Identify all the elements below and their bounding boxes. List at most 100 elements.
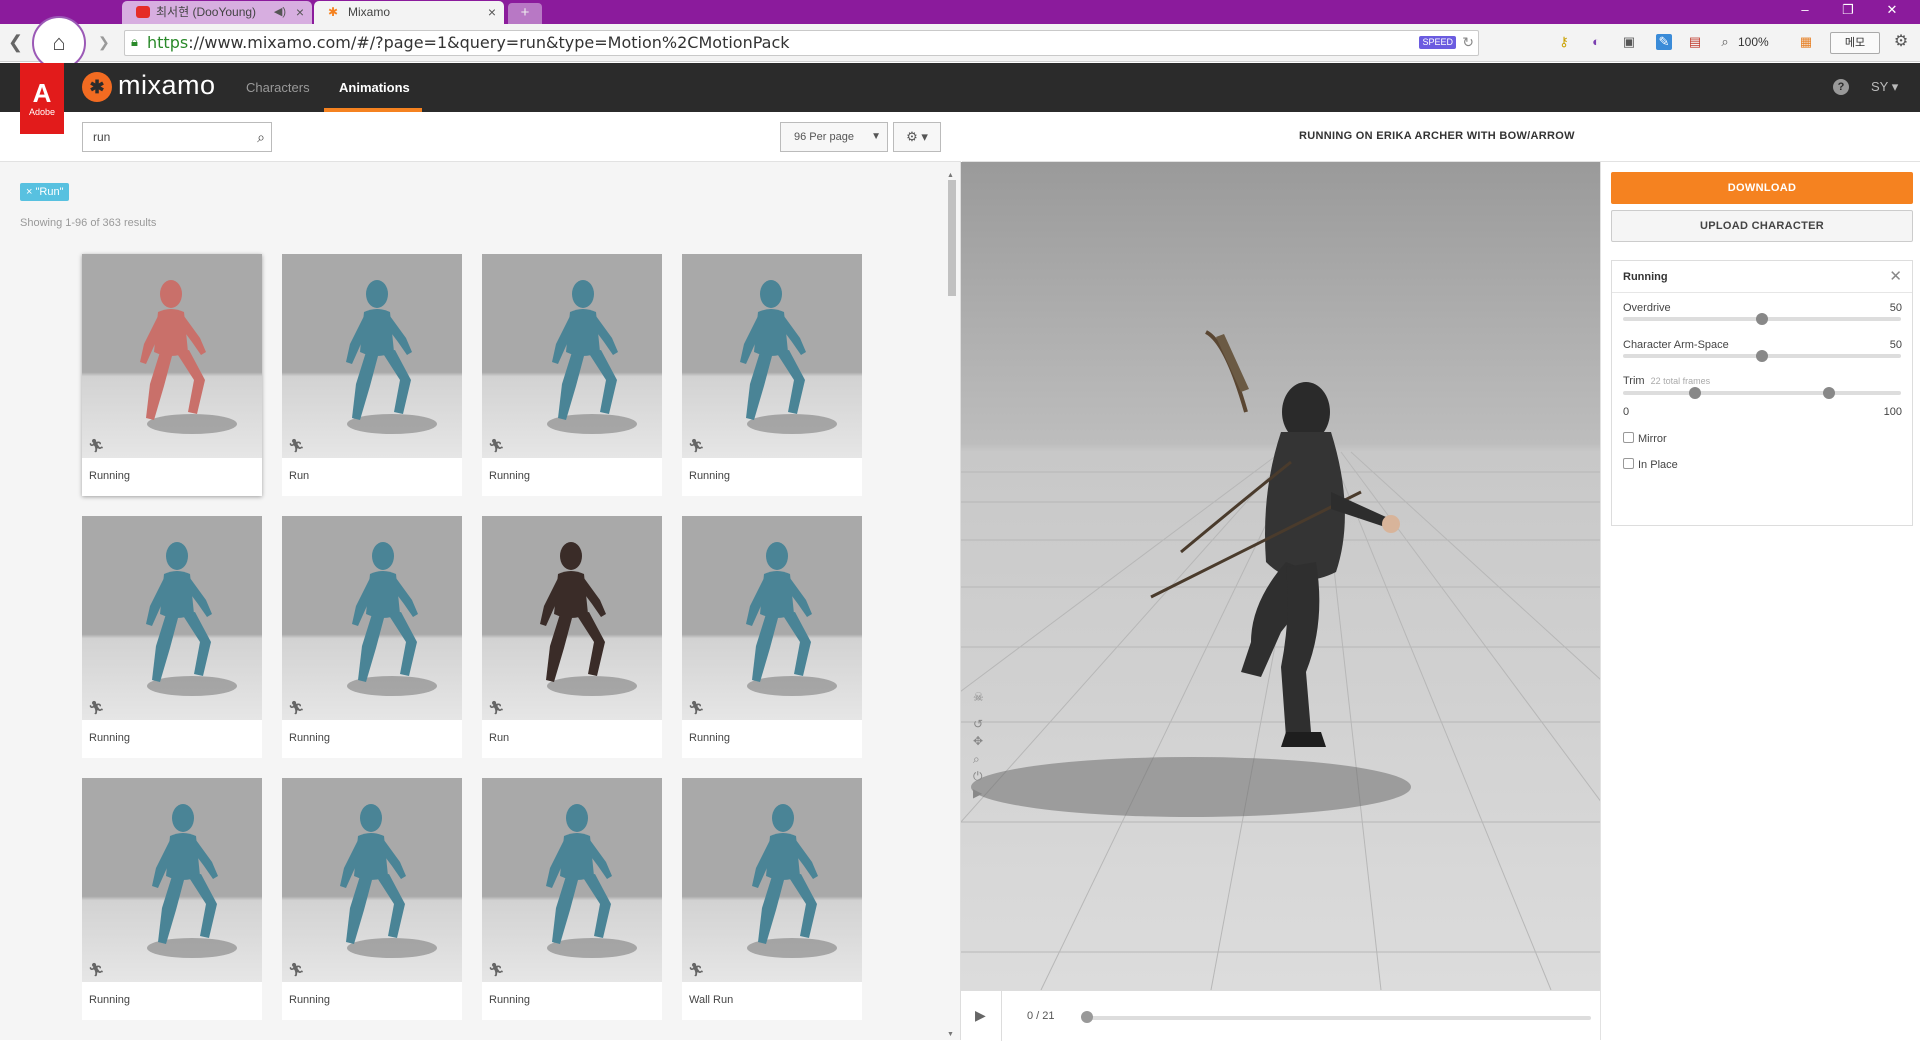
caret-down-icon: ▾: [1891, 79, 1899, 94]
window-close-icon[interactable]: ✕: [1882, 2, 1902, 18]
animation-label: Running: [289, 732, 330, 744]
animation-card[interactable]: 🏃︎ Running: [682, 254, 862, 496]
restore-icon[interactable]: ❐: [1838, 2, 1858, 18]
scroll-up-icon[interactable]: ▲: [947, 172, 954, 179]
animation-card[interactable]: 🏃︎ Running: [82, 778, 262, 1020]
animation-thumbnail[interactable]: [282, 516, 462, 720]
rotate-icon[interactable]: ↺: [973, 717, 983, 731]
mixamo-favicon-icon: ✱: [328, 5, 339, 19]
camera-icon[interactable]: ▶: [973, 786, 982, 800]
scrollbar[interactable]: ▲ ▼: [946, 172, 956, 1040]
speaker-icon[interactable]: ◀): [274, 1, 286, 23]
mirror-checkbox-box[interactable]: [1623, 432, 1634, 443]
animation-card[interactable]: 🏃︎ Running: [482, 254, 662, 496]
address-bar[interactable]: 🔒︎ https://www.mixamo.com/#/?page=1&quer…: [124, 30, 1479, 56]
edit-extension-icon[interactable]: ✎: [1656, 34, 1672, 50]
zoom-level[interactable]: 100%: [1738, 35, 1769, 49]
animation-thumbnail[interactable]: [482, 778, 662, 982]
search-bar: run ⌕ 96 Per page ▼ ⚙ ▾: [0, 112, 961, 162]
animation-card[interactable]: 🏃︎ Running: [282, 516, 462, 758]
minimize-icon[interactable]: –: [1795, 2, 1815, 17]
extension-icon[interactable]: ◐: [1587, 33, 1605, 51]
animation-card[interactable]: 🏃︎ Run: [282, 254, 462, 496]
close-tab-icon[interactable]: ×: [296, 1, 304, 23]
key-icon[interactable]: ⚷: [1555, 33, 1573, 51]
trim-end-handle[interactable]: [1822, 387, 1835, 399]
browser-tab[interactable]: 최서현 (DooYoung) ◀) ×: [122, 1, 312, 24]
mixamo-logo-icon[interactable]: ✱: [82, 72, 112, 102]
timeline-track[interactable]: [1085, 1016, 1591, 1020]
trim-start-handle[interactable]: [1689, 387, 1702, 399]
timeline-scrubber[interactable]: [1081, 1011, 1093, 1023]
speed-badge[interactable]: SPEED: [1419, 36, 1456, 49]
animation-thumbnail[interactable]: [682, 778, 862, 982]
armspace-slider-handle[interactable]: [1756, 350, 1768, 362]
forward-icon[interactable]: ❯: [98, 34, 110, 51]
animation-thumbnail[interactable]: [82, 778, 262, 982]
animation-label: Running: [689, 732, 730, 744]
animation-thumbnail[interactable]: [282, 778, 462, 982]
animation-thumbnail[interactable]: [482, 516, 662, 720]
nav-characters[interactable]: Characters: [246, 80, 310, 95]
close-settings-icon[interactable]: ✕: [1889, 267, 1902, 285]
running-man-icon: 🏃︎: [688, 962, 705, 977]
reload-icon[interactable]: ↻: [1462, 31, 1474, 55]
options-gear-button[interactable]: ⚙ ▾: [893, 122, 941, 152]
overdrive-slider-handle[interactable]: [1756, 313, 1768, 325]
floor-grid: [961, 330, 1600, 990]
animation-thumbnail[interactable]: [682, 254, 862, 458]
3d-viewport[interactable]: ☠ ↺ ✥ ⌕ ⏻ ▶: [961, 162, 1600, 990]
animation-thumbnail[interactable]: [282, 254, 462, 458]
youtube-icon: [136, 6, 150, 18]
lock-icon: 🔒︎: [131, 35, 138, 50]
animation-card[interactable]: 🏃︎ Wall Run: [682, 778, 862, 1020]
home-icon[interactable]: ⌂: [32, 16, 86, 70]
scroll-thumb[interactable]: [948, 180, 956, 296]
play-icon[interactable]: ▶: [975, 1007, 986, 1024]
animation-card[interactable]: 🏃︎ Running: [82, 516, 262, 758]
animation-thumbnail[interactable]: [82, 254, 262, 458]
animation-thumbnail[interactable]: [482, 254, 662, 458]
settings-gear-icon[interactable]: ⚙: [1892, 33, 1910, 51]
timeline-bar: ▶ 0 / 21: [961, 990, 1600, 1041]
screenshot-icon[interactable]: ▣: [1620, 33, 1638, 51]
save-icon[interactable]: ▤: [1686, 33, 1704, 51]
running-man-icon: 🏃︎: [288, 700, 305, 715]
browser-tab-active[interactable]: ✱ Mixamo ×: [314, 1, 504, 24]
per-page-value: 96 Per page: [794, 131, 854, 143]
url-text: ://www.mixamo.com/#/?page=1&query=run&ty…: [188, 33, 790, 52]
back-icon[interactable]: ❮: [8, 32, 23, 53]
apps-grid-icon[interactable]: ▦: [1797, 33, 1815, 51]
power-icon[interactable]: ⏻: [973, 769, 983, 784]
animation-card[interactable]: 🏃︎ Running: [482, 778, 662, 1020]
adobe-logo[interactable]: A Adobe: [20, 63, 64, 134]
user-menu[interactable]: SY ▾: [1871, 79, 1898, 95]
zoom-icon[interactable]: ⌕: [1716, 33, 1734, 51]
new-tab-button[interactable]: +: [508, 3, 542, 24]
pan-icon[interactable]: ✥: [973, 734, 983, 748]
skeleton-icon[interactable]: ☠: [973, 690, 984, 704]
per-page-select[interactable]: 96 Per page ▼: [780, 122, 888, 152]
zoom-camera-icon[interactable]: ⌕: [973, 752, 980, 767]
search-icon[interactable]: ⌕: [257, 123, 265, 151]
mirror-checkbox[interactable]: Mirror: [1623, 432, 1667, 445]
animation-thumbnail[interactable]: [82, 516, 262, 720]
scroll-down-icon[interactable]: ▼: [947, 1031, 954, 1038]
in-place-checkbox[interactable]: In Place: [1623, 458, 1678, 471]
animation-card[interactable]: 🏃︎ Run: [482, 516, 662, 758]
animation-card[interactable]: 🏃︎ Running: [682, 516, 862, 758]
in-place-checkbox-box[interactable]: [1623, 458, 1634, 469]
nav-animations[interactable]: Animations: [339, 80, 410, 95]
filter-tag[interactable]: × "Run": [20, 183, 70, 201]
trim-slider-track[interactable]: [1623, 391, 1901, 395]
close-tab-icon[interactable]: ×: [488, 1, 496, 23]
animation-card[interactable]: 🏃︎ Running: [82, 254, 262, 496]
brand-name[interactable]: mixamo: [118, 70, 216, 101]
help-icon[interactable]: ?: [1833, 79, 1849, 95]
animation-card[interactable]: 🏃︎ Running: [282, 778, 462, 1020]
download-button[interactable]: DOWNLOAD: [1611, 172, 1913, 204]
animation-thumbnail[interactable]: [682, 516, 862, 720]
memo-button[interactable]: 메모: [1830, 32, 1880, 54]
upload-character-button[interactable]: UPLOAD CHARACTER: [1611, 210, 1913, 242]
search-input[interactable]: run ⌕: [82, 122, 272, 152]
